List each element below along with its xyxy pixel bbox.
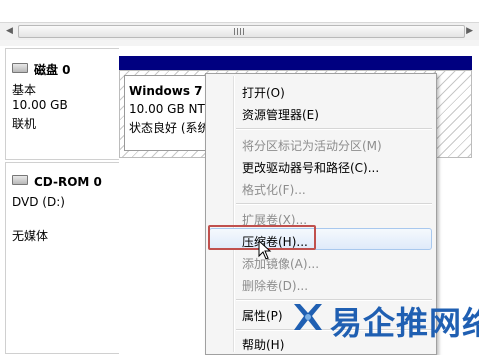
watermark-text: 易企推网络 <box>330 304 479 342</box>
cdrom-panel[interactable]: CD-ROM 0 DVD (D:) 无媒体 <box>5 162 119 354</box>
menu-item-open[interactable]: 打开(O) <box>242 84 285 101</box>
disk0-type: 基本 <box>12 83 37 97</box>
menu-item-add-mirror[interactable]: 添加镜像(A)... <box>242 255 319 272</box>
disk0-size: 10.00 GB <box>12 98 68 112</box>
disk0-panel[interactable]: 磁盘 0 基本 10.00 GB 联机 <box>5 48 119 160</box>
menu-item-delete[interactable]: 删除卷(D)... <box>242 277 308 294</box>
x-logo-icon <box>294 304 322 330</box>
horizontal-scrollbar[interactable]: ◀ ▶ <box>0 22 479 41</box>
menu-separator <box>236 203 432 205</box>
cdrom-drive: DVD (D:) <box>12 195 65 209</box>
volume-header-bar <box>119 56 472 70</box>
scrollbar-thumb[interactable] <box>18 25 465 38</box>
cdrom-media: 无媒体 <box>12 229 49 243</box>
menu-item-explorer[interactable]: 资源管理器(E) <box>242 106 319 123</box>
scroll-right-arrow-icon[interactable]: ▶ <box>466 26 473 36</box>
cdrom-title: CD-ROM 0 <box>12 175 102 189</box>
scrollbar-grip-icon <box>234 28 246 35</box>
separator-band <box>0 40 479 46</box>
volume-partition-right <box>435 70 472 158</box>
menu-item-help[interactable]: 帮助(H) <box>242 336 284 353</box>
menu-icon-gutter <box>233 76 235 352</box>
mouse-pointer-icon <box>258 240 272 260</box>
top-blank-area <box>0 0 479 22</box>
menu-item-properties[interactable]: 属性(P) <box>242 307 283 324</box>
watermark: 易企推网络 <box>290 296 479 344</box>
cdrom-drive-icon <box>12 175 28 185</box>
hard-disk-icon <box>12 63 28 73</box>
scroll-left-arrow-icon[interactable]: ◀ <box>6 26 13 36</box>
menu-item-mark-active[interactable]: 将分区标记为活动分区(M) <box>242 137 382 154</box>
disk0-status: 联机 <box>12 117 37 131</box>
menu-item-change-letter[interactable]: 更改驱动器号和路径(C)... <box>242 159 379 176</box>
disk0-name: 磁盘 0 <box>34 63 71 77</box>
cdrom-name: CD-ROM 0 <box>34 175 102 189</box>
disk0-title: 磁盘 0 <box>12 61 71 78</box>
menu-item-format[interactable]: 格式化(F)... <box>242 181 306 198</box>
menu-separator <box>236 128 432 130</box>
